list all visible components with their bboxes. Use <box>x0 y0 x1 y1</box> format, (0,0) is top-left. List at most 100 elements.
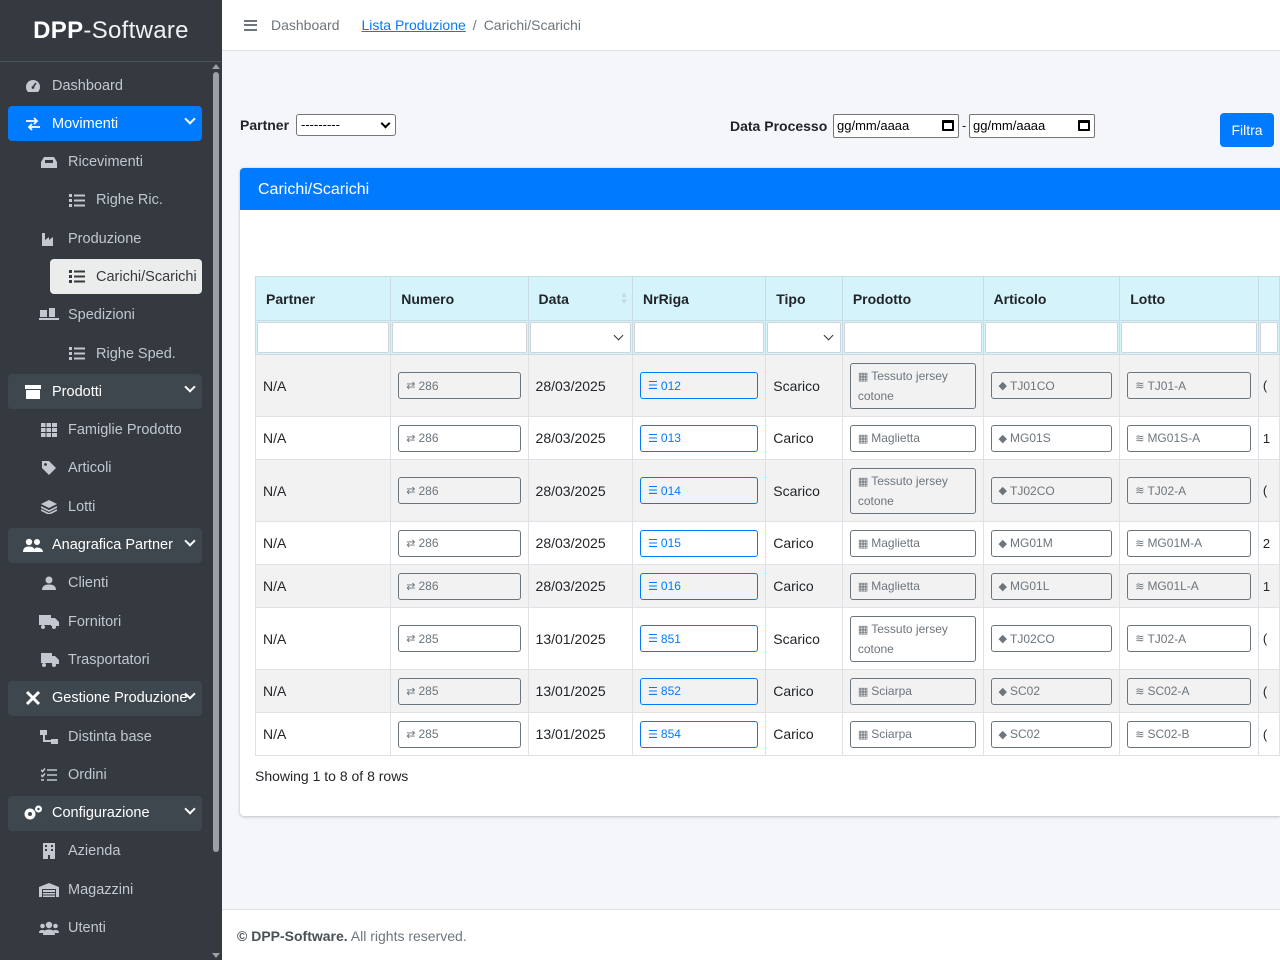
articolo-link[interactable]: ◆ SC02 <box>990 677 1113 705</box>
articolo-link[interactable]: ◆ SC02 <box>990 720 1113 748</box>
sidebar-scrollbar[interactable] <box>212 62 220 960</box>
prodotto-link[interactable]: ▦ Tessuto jersey cotone <box>849 362 976 409</box>
data-filter-select[interactable] <box>529 322 632 353</box>
nrriga-link[interactable]: ☰ 852 <box>640 677 759 705</box>
sidebar-item-righe-ric[interactable]: Righe Ric. <box>8 183 202 218</box>
sidebar-item-spedizioni[interactable]: Spedizioni <box>8 298 202 333</box>
sidebar-item-movimenti[interactable]: Movimenti <box>8 106 202 142</box>
lotto-filter-input[interactable] <box>1121 322 1257 353</box>
sidebar-item-carichi-scarichi[interactable]: Carichi/Scarichi <box>50 259 202 295</box>
filtra-button[interactable]: Filtra <box>1220 113 1274 147</box>
partner-filter-input[interactable] <box>257 322 390 353</box>
column-header-lotto[interactable]: Lotto <box>1119 276 1259 321</box>
column-header-numero[interactable]: Numero <box>390 276 529 321</box>
sidebar-item-ordini[interactable]: Ordini <box>8 757 202 792</box>
sidebar-item-prodotti[interactable]: Prodotti <box>8 374 202 410</box>
articolo-link[interactable]: ◆ MG01S <box>990 424 1113 452</box>
breadcrumb-link[interactable]: Lista Produzione <box>362 17 466 33</box>
breadcrumb-home[interactable]: Dashboard <box>271 17 340 33</box>
sidebar-item-clienti[interactable]: Clienti <box>8 566 202 601</box>
building-icon <box>38 843 60 860</box>
sidebar-item-azienda[interactable]: Azienda <box>8 834 202 869</box>
cell-data: 28/03/2025 <box>527 521 634 565</box>
hamburger-menu-icon[interactable] <box>244 17 257 33</box>
sidebar-item-fornitori[interactable]: Fornitori <box>8 604 202 639</box>
articolo-link[interactable]: ◆ TJ01CO <box>990 372 1113 399</box>
prodotto-link[interactable]: ▦ Sciarpa <box>849 720 976 748</box>
prodotto-link[interactable]: ▦ Sciarpa <box>849 677 976 705</box>
lotto-link[interactable]: ≋ TJ01-A <box>1127 372 1251 399</box>
sidebar-item-ricevimenti[interactable]: Ricevimenti <box>8 145 202 180</box>
nrriga-link[interactable]: ☰ 854 <box>640 720 759 748</box>
prodotto-link[interactable]: ▦ Maglietta <box>849 424 976 452</box>
prodotto-link[interactable]: ▦ Maglietta <box>849 529 976 557</box>
nrriga-link[interactable]: ☰ 016 <box>640 572 759 600</box>
prodotto-filter-input[interactable] <box>843 322 982 353</box>
column-header-data[interactable]: Data ▲ ▼ <box>527 276 634 321</box>
sidebar-item-famiglie-prodotto[interactable]: Famiglie Prodotto <box>8 413 202 448</box>
numero-link[interactable]: ⇄ 285 <box>398 625 521 652</box>
sidebar-item-dashboard[interactable]: Dashboard <box>8 68 202 103</box>
nrriga-link[interactable]: ☰ 014 <box>640 477 759 504</box>
articolo-link[interactable]: ◆ MG01L <box>990 572 1113 600</box>
sidebar-item-utenti[interactable]: Utenti <box>8 911 202 946</box>
column-header-articolo[interactable]: Articolo <box>982 276 1121 321</box>
nrriga-link[interactable]: ☰ 012 <box>640 372 759 399</box>
numero-link[interactable]: ⇄ 285 <box>398 677 521 705</box>
exchange-icon: ⇄ <box>406 633 416 645</box>
column-header-partner[interactable]: Partner <box>254 276 392 321</box>
sidebar-item-distinta-base[interactable]: Distinta base <box>8 719 202 754</box>
sidebar-item-configurazione[interactable]: Configurazione <box>8 795 202 831</box>
scrollbar-thumb[interactable] <box>213 72 219 852</box>
lotto-link[interactable]: ≋ MG01S-A <box>1127 424 1251 452</box>
overflow-filter-input[interactable] <box>1259 322 1278 353</box>
nrriga-link[interactable]: ☰ 015 <box>640 529 759 557</box>
numero-link[interactable]: ⇄ 286 <box>398 424 521 452</box>
lotto-link[interactable]: ≋ SC02-A <box>1127 677 1251 705</box>
scroll-down-arrow-icon[interactable] <box>212 953 220 958</box>
sidebar-item-produzione[interactable]: Produzione <box>8 221 202 256</box>
sidebar-item-lotti[interactable]: Lotti <box>8 489 202 524</box>
numero-link[interactable]: ⇄ 286 <box>398 372 521 399</box>
lotto-link[interactable]: ≋ TJ02-A <box>1127 625 1251 652</box>
sidebar-item-gestione-produzione[interactable]: Gestione Produzione <box>8 680 202 716</box>
articolo-link[interactable]: ◆ MG01M <box>990 529 1113 557</box>
numero-link[interactable]: ⇄ 286 <box>398 477 521 504</box>
sort-icon[interactable]: ▲ ▼ <box>620 291 628 306</box>
scroll-up-arrow-icon[interactable] <box>212 64 220 69</box>
nrriga-filter-input[interactable] <box>634 322 765 353</box>
lotto-link[interactable]: ≋ SC02-B <box>1127 720 1251 748</box>
column-header-tipo[interactable]: Tipo <box>765 276 843 321</box>
column-header-prodotto[interactable]: Prodotto <box>841 276 984 321</box>
date-from-input[interactable]: gg/mm/aaaa <box>833 114 959 138</box>
prodotto-link[interactable]: ▦ Tessuto jersey cotone <box>849 467 976 514</box>
lotto-link[interactable]: ≋ TJ02-A <box>1127 477 1251 504</box>
sidebar-item-magazzini[interactable]: Magazzini <box>8 872 202 907</box>
sidebar-item-righe-sped[interactable]: Righe Sped. <box>8 336 202 371</box>
nrriga-link[interactable]: ☰ 013 <box>640 424 759 452</box>
column-header-nrriga[interactable]: NrRiga <box>632 276 767 321</box>
prodotto-link[interactable]: ▦ Maglietta <box>849 572 976 600</box>
numero-link[interactable]: ⇄ 286 <box>398 529 521 557</box>
articolo-link[interactable]: ◆ TJ02CO <box>990 625 1113 652</box>
numero-link[interactable]: ⇄ 286 <box>398 572 521 600</box>
sidebar-item-anagrafica-partner[interactable]: Anagrafica Partner <box>8 527 202 563</box>
prodotto-link[interactable]: ▦ Tessuto jersey cotone <box>849 615 976 662</box>
lotto-link[interactable]: ≋ MG01L-A <box>1127 572 1251 600</box>
articolo-link[interactable]: ◆ TJ02CO <box>990 477 1113 504</box>
articolo-filter-input[interactable] <box>984 322 1119 353</box>
date-to-input[interactable]: gg/mm/aaaa <box>969 114 1095 138</box>
nrriga-link[interactable]: ☰ 851 <box>640 625 759 652</box>
calendar-icon[interactable] <box>1078 120 1090 131</box>
sidebar-item-trasportatori[interactable]: Trasportatori <box>8 642 202 677</box>
numero-link[interactable]: ⇄ 285 <box>398 720 521 748</box>
lotto-link[interactable]: ≋ MG01M-A <box>1127 529 1251 557</box>
brand-logo[interactable]: DPP -Software <box>0 0 222 62</box>
prodotto-text-wrap: ▦ Maglietta <box>858 579 920 593</box>
tipo-filter-select[interactable] <box>767 322 841 353</box>
calendar-icon[interactable] <box>942 120 954 131</box>
footer-brand[interactable]: © DPP-Software. <box>237 928 348 944</box>
numero-filter-input[interactable] <box>392 322 527 353</box>
partner-select[interactable]: --------- <box>296 114 396 136</box>
sidebar-item-articoli[interactable]: Articoli <box>8 451 202 486</box>
